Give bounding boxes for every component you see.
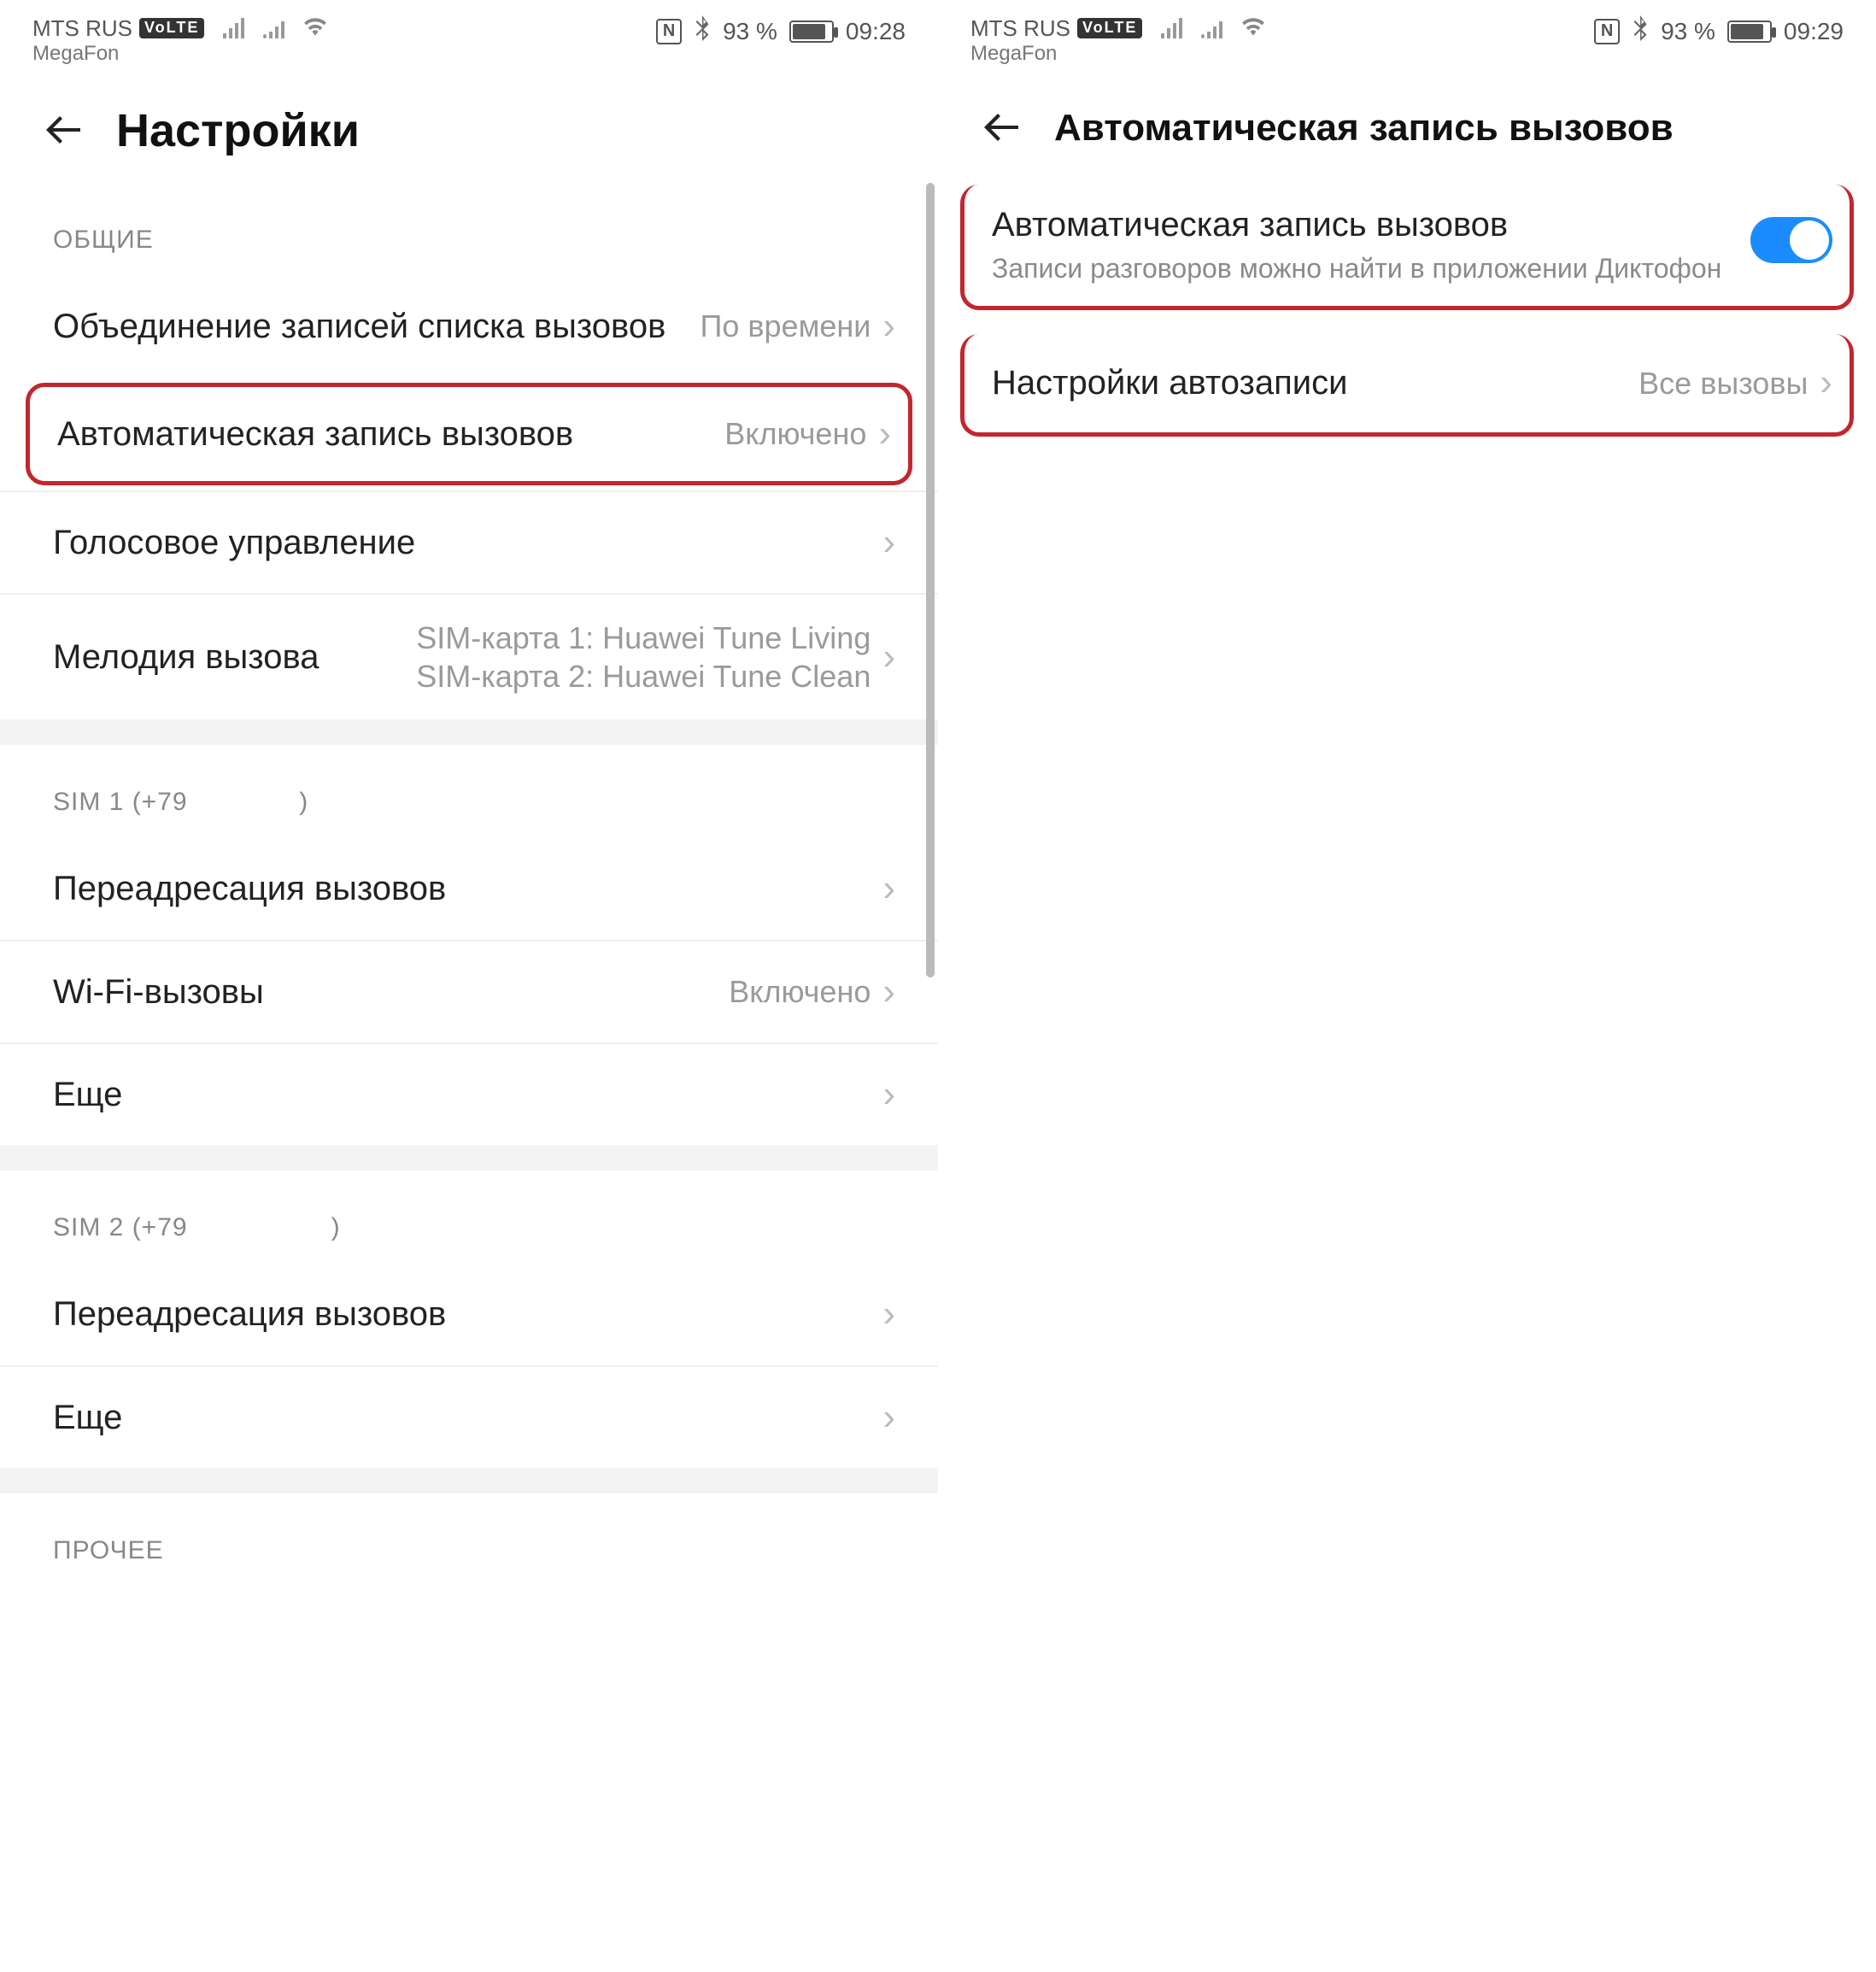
header: Настройки: [0, 70, 938, 183]
carrier2-text: MegaFon: [32, 43, 327, 65]
signal-icon: [1161, 18, 1182, 38]
battery-percent: 93 %: [723, 18, 777, 45]
chevron-right-icon: ›: [882, 1073, 895, 1116]
row-title: Еще: [53, 1073, 882, 1116]
row-merge-records[interactable]: Объединение записей списка вызовов По вр…: [0, 275, 938, 378]
row-title: Wi-Fi-вызовы: [53, 971, 729, 1013]
row-ringtone[interactable]: Мелодия вызова SIM-карта 1: Huawei Tune …: [0, 593, 938, 719]
battery-icon: [1727, 21, 1772, 43]
carrier-text: MTS RUS: [970, 16, 1070, 41]
row-auto-record-settings[interactable]: Настройки автозаписи Все вызовы ›: [960, 334, 1854, 437]
chevron-right-icon: ›: [882, 521, 895, 564]
carrier-text: MTS RUS: [32, 16, 132, 41]
battery-percent: 93 %: [1661, 18, 1715, 45]
clock-text: 09:29: [1784, 18, 1844, 45]
volte-badge: VoLTE: [1077, 18, 1142, 38]
row-sim2-more[interactable]: Еще ›: [0, 1365, 938, 1468]
chevron-right-icon: ›: [882, 971, 895, 1013]
row-title: Мелодия вызова: [53, 636, 416, 678]
row-value-line1: SIM-карта 1: Huawei Tune Living: [416, 619, 871, 657]
chevron-right-icon: ›: [882, 636, 895, 678]
section-general-label: ОБЩИЕ: [0, 183, 938, 275]
scrollbar[interactable]: [926, 183, 935, 977]
row-title: Объединение записей списка вызовов: [53, 305, 701, 348]
back-arrow-icon[interactable]: [981, 104, 1022, 152]
bluetooth-icon: [694, 15, 711, 47]
nfc-icon: N: [1594, 19, 1620, 44]
row-sim1-wifi-calls[interactable]: Wi-Fi-вызовы Включено ›: [0, 940, 938, 1042]
section-sim1-label: SIM 1 (+79 ): [0, 745, 938, 837]
row-sim2-forwarding[interactable]: Переадресация вызовов ›: [0, 1263, 938, 1365]
volte-badge: VoLTE: [139, 18, 204, 38]
toggle-switch[interactable]: [1750, 217, 1832, 263]
status-bar: MTS RUS VoLTE MegaFon N 93 % 09:29: [938, 0, 1876, 70]
signal-icon: [223, 18, 244, 38]
row-value: Включено: [724, 414, 866, 453]
row-sim1-more[interactable]: Еще ›: [0, 1042, 938, 1145]
page-title: Настройки: [116, 104, 360, 157]
row-value: Включено: [729, 972, 871, 1011]
bluetooth-icon: [1632, 15, 1649, 47]
row-voice-control[interactable]: Голосовое управление ›: [0, 490, 938, 593]
chevron-right-icon: ›: [882, 1396, 895, 1439]
row-title: Автоматическая запись вызовов: [57, 413, 724, 455]
nfc-icon: N: [656, 19, 682, 44]
back-arrow-icon[interactable]: [43, 107, 84, 155]
carrier2-text: MegaFon: [970, 43, 1265, 65]
row-subtitle: Записи разговоров можно найти в приложен…: [992, 251, 1750, 287]
row-title: Переадресация вызовов: [53, 867, 882, 910]
row-value: По времени: [701, 307, 871, 345]
wifi-icon: [303, 15, 327, 41]
signal2-icon: [263, 18, 284, 38]
chevron-right-icon: ›: [878, 413, 891, 455]
page-title: Автоматическая запись вызовов: [1054, 107, 1674, 150]
header: Автоматическая запись вызовов: [938, 70, 1876, 178]
row-title: Еще: [53, 1396, 882, 1439]
row-auto-record-toggle[interactable]: Автоматическая запись вызовов Записи раз…: [960, 185, 1854, 310]
row-value: Все вызовы: [1639, 364, 1808, 402]
row-value-line2: SIM-карта 2: Huawei Tune Clean: [416, 657, 871, 695]
chevron-right-icon: ›: [882, 305, 895, 348]
chevron-right-icon: ›: [882, 1293, 895, 1335]
chevron-right-icon: ›: [1820, 361, 1832, 404]
status-bar: MTS RUS VoLTE MegaFon N 93 % 09:28: [0, 0, 938, 70]
wifi-icon: [1241, 15, 1265, 41]
chevron-right-icon: ›: [882, 867, 895, 910]
row-sim1-forwarding[interactable]: Переадресация вызовов ›: [0, 837, 938, 940]
row-title: Настройки автозаписи: [992, 361, 1639, 404]
row-title: Переадресация вызовов: [53, 1293, 882, 1335]
row-title: Автоматическая запись вызовов: [992, 203, 1750, 246]
battery-icon: [789, 21, 834, 43]
row-title: Голосовое управление: [53, 521, 882, 564]
section-other-label: ПРОЧЕЕ: [0, 1494, 938, 1586]
row-auto-record[interactable]: Автоматическая запись вызовов Включено ›: [26, 383, 912, 485]
signal2-icon: [1201, 18, 1222, 38]
clock-text: 09:28: [846, 18, 906, 45]
section-sim2-label: SIM 2 (+79 ): [0, 1171, 938, 1263]
